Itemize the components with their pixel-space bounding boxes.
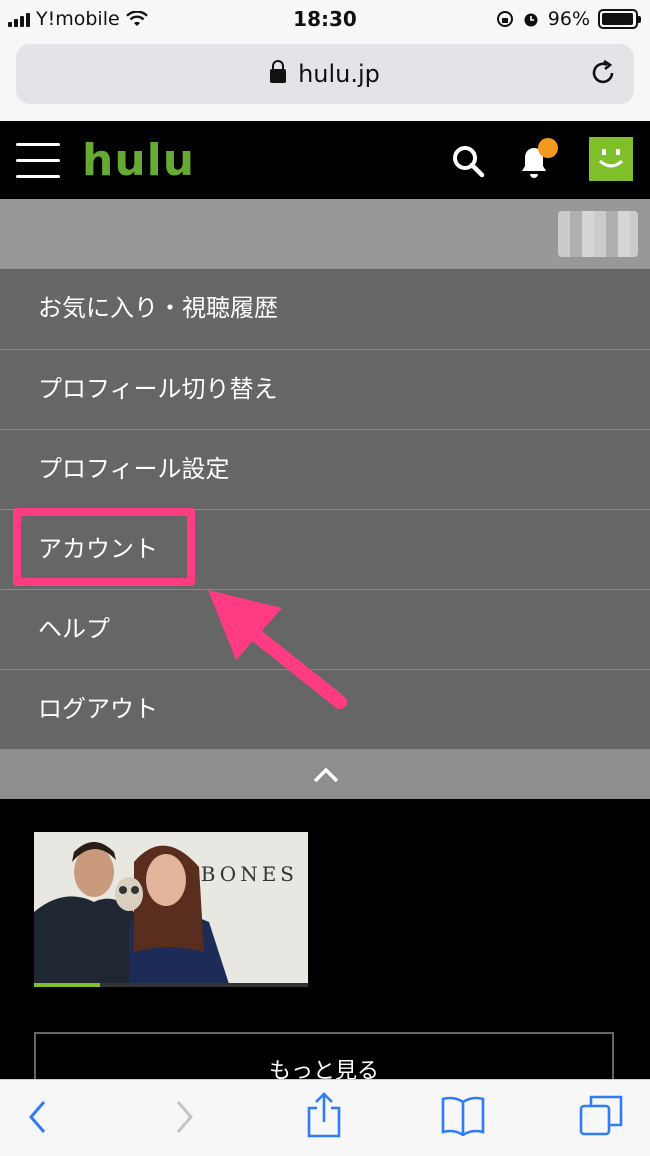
address-bar[interactable]: hulu.jp [16, 44, 634, 104]
forward-icon[interactable] [172, 1098, 196, 1136]
notification-badge [538, 138, 558, 158]
lock-icon [270, 60, 287, 83]
status-bar: Y!mobile 18:30 96% [0, 0, 650, 40]
alarm-icon [524, 13, 538, 27]
menu-item-profile-settings[interactable]: プロフィール設定 [0, 429, 650, 509]
url-display[interactable]: hulu.jp [16, 60, 634, 88]
smiley-icon [598, 149, 624, 168]
back-icon[interactable] [26, 1098, 50, 1136]
tabs-icon[interactable] [578, 1094, 624, 1138]
pointer-arrow-icon [208, 590, 347, 709]
menu-item-favorites-history[interactable]: お気に入り・視聴履歴 [0, 269, 650, 349]
menu-profile-header [0, 199, 650, 269]
site-header: hulu [0, 121, 650, 199]
reload-icon[interactable] [588, 58, 618, 88]
watch-progress-bar [34, 983, 308, 987]
status-right: 96% [496, 8, 641, 30]
orientation-lock-icon [496, 11, 513, 27]
show-title-art: BONES [200, 862, 298, 886]
hamburger-menu-icon[interactable] [16, 143, 60, 179]
chevron-up-icon [313, 767, 339, 783]
profile-name-blurred [558, 211, 638, 257]
share-icon[interactable] [305, 1092, 343, 1138]
search-icon[interactable] [450, 143, 486, 179]
battery-fill [602, 13, 633, 25]
battery-percent: 96% [547, 8, 590, 30]
browser-chrome: hulu.jp [0, 40, 650, 121]
battery-icon [598, 9, 641, 29]
menu-item-switch-profile[interactable]: プロフィール切り替え [0, 349, 650, 429]
watch-progress-fill [34, 983, 100, 987]
hulu-logo[interactable]: hulu [82, 135, 195, 186]
url-text: hulu.jp [298, 60, 380, 88]
bookmarks-icon[interactable] [440, 1096, 486, 1136]
browser-toolbar [0, 1079, 650, 1156]
page-content: BONES もっと見る [0, 799, 650, 1112]
show-thumbnail[interactable]: BONES [34, 832, 308, 984]
show-poster-image [34, 832, 308, 984]
profile-avatar[interactable] [589, 137, 633, 181]
highlight-box [13, 508, 195, 586]
menu-collapse-button[interactable] [0, 749, 650, 799]
